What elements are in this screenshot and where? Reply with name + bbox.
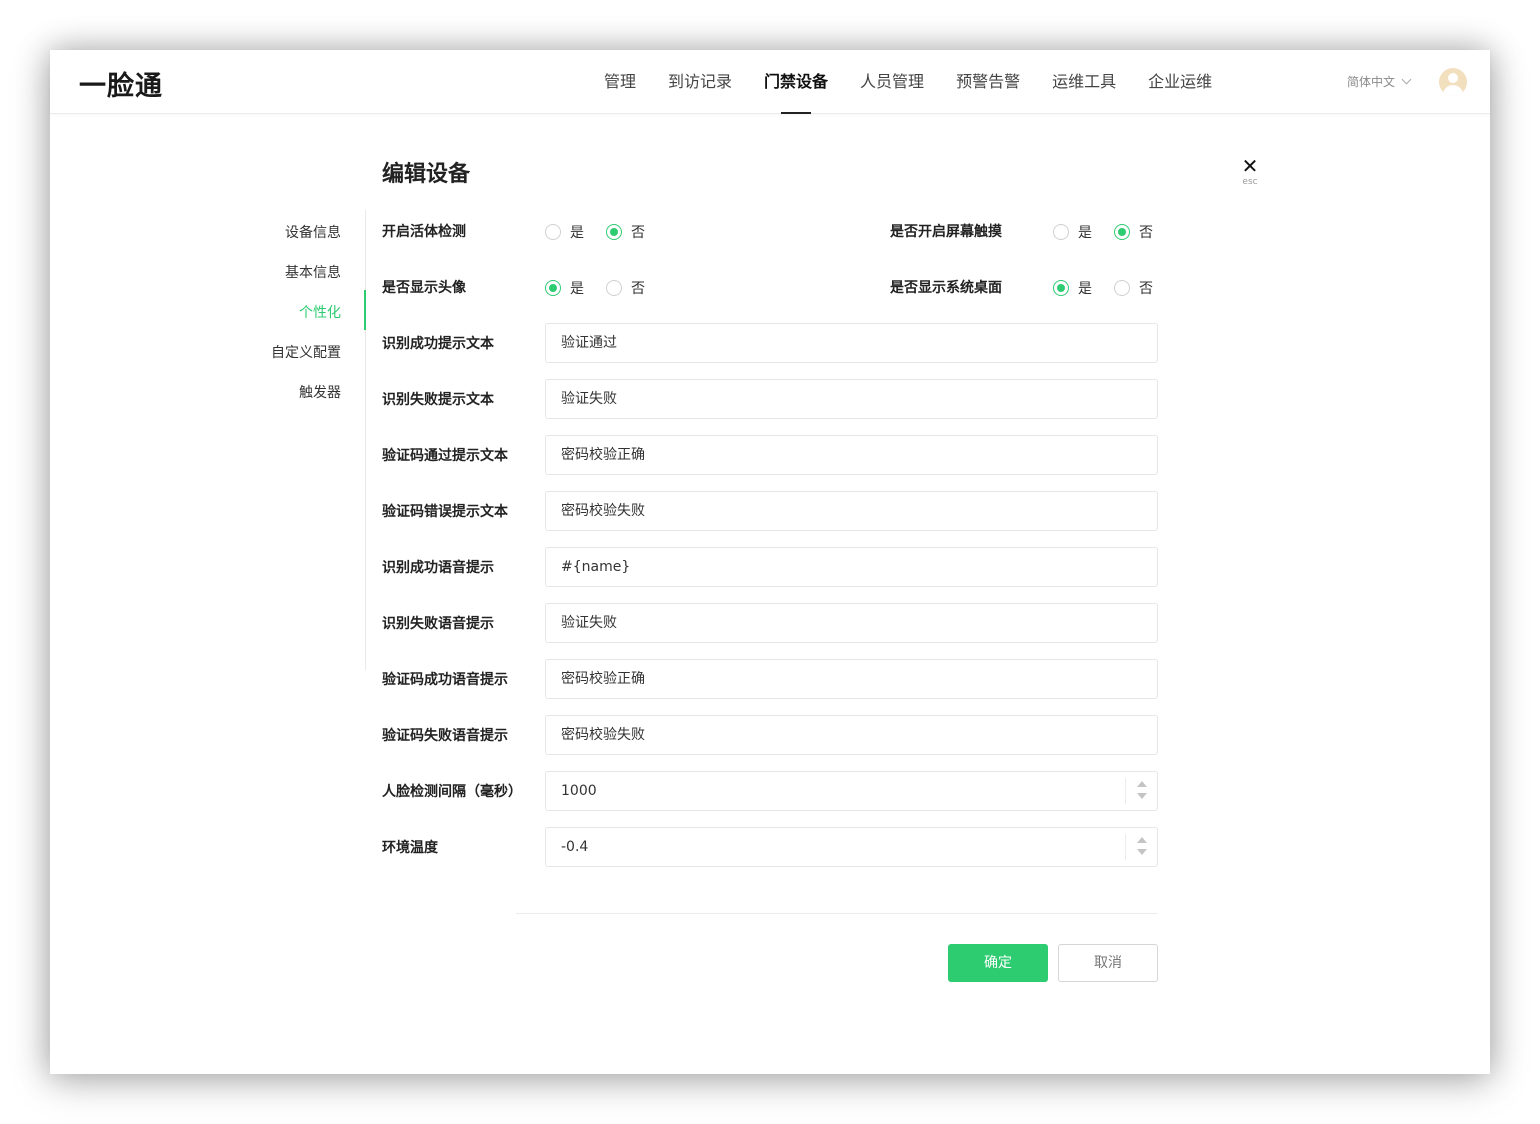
- radio-checked-icon: [545, 280, 561, 296]
- radio-group-avatar: 是 否: [545, 278, 667, 298]
- side-item-device-info[interactable]: 设备信息: [285, 222, 341, 242]
- code-success-voice-input[interactable]: 密码校验正确: [545, 659, 1158, 699]
- app-logo[interactable]: 一脸通: [79, 64, 163, 103]
- page-title: 编辑设备: [382, 162, 471, 187]
- nav-item-access-devices[interactable]: 门禁设备: [764, 50, 828, 114]
- radio-desktop-yes[interactable]: 是: [1053, 278, 1092, 298]
- radio-desktop-no[interactable]: 否: [1114, 278, 1153, 298]
- radio-group-touch: 是 否: [1053, 222, 1175, 242]
- field-label-code-fail-voice: 验证码失败语音提示: [382, 728, 508, 744]
- radio-label: 是: [570, 225, 584, 241]
- radio-avatar-no[interactable]: 否: [606, 278, 645, 298]
- field-label-code-success-voice: 验证码成功语音提示: [382, 672, 508, 688]
- field-label-fail-text: 识别失败提示文本: [382, 392, 494, 408]
- number-stepper[interactable]: [1125, 834, 1157, 860]
- stepper-up-icon[interactable]: [1137, 837, 1147, 843]
- radio-checked-icon: [1053, 280, 1069, 296]
- radio-circle-icon: [606, 280, 622, 296]
- side-item-personalization[interactable]: 个性化: [299, 302, 341, 322]
- field-label-success-text: 识别成功提示文本: [382, 336, 494, 352]
- top-navbar: 一脸通 管理 到访记录 门禁设备 人员管理 预警告警 运维工具 企业运维 简体中…: [50, 50, 1490, 114]
- radio-checked-icon: [1114, 224, 1130, 240]
- code-fail-voice-input[interactable]: 密码校验失败: [545, 715, 1158, 755]
- radio-label: 否: [631, 281, 645, 297]
- nav-item-enterprise-ops[interactable]: 企业运维: [1148, 50, 1212, 114]
- main-nav: 管理 到访记录 门禁设备 人员管理 预警告警 运维工具 企业运维: [588, 50, 1228, 114]
- toggle-label-avatar: 是否显示头像: [382, 280, 466, 296]
- chevron-down-icon: [1401, 74, 1412, 85]
- radio-checked-icon: [606, 224, 622, 240]
- avatar-head: [1448, 73, 1458, 83]
- side-item-triggers[interactable]: 触发器: [299, 382, 341, 402]
- code-error-text-input[interactable]: 密码校验失败: [545, 491, 1158, 531]
- field-label-code-error-text: 验证码错误提示文本: [382, 504, 508, 520]
- field-label-temperature: 环境温度: [382, 840, 438, 856]
- radio-label: 否: [1139, 225, 1153, 241]
- success-voice-input[interactable]: #{name}: [545, 547, 1158, 587]
- radio-touch-no[interactable]: 否: [1114, 222, 1153, 242]
- close-button[interactable]: ✕ esc: [1238, 156, 1262, 188]
- app-window: 一脸通 管理 到访记录 门禁设备 人员管理 预警告警 运维工具 企业运维 简体中…: [50, 50, 1490, 1074]
- detect-interval-input[interactable]: 1000: [545, 771, 1158, 811]
- close-icon: ✕: [1241, 154, 1259, 178]
- radio-label: 否: [631, 225, 645, 241]
- cancel-button[interactable]: 取消: [1058, 944, 1158, 982]
- radio-avatar-yes[interactable]: 是: [545, 278, 584, 298]
- field-label-code-pass-text: 验证码通过提示文本: [382, 448, 508, 464]
- number-stepper[interactable]: [1125, 778, 1157, 804]
- esc-hint: esc: [1242, 177, 1258, 187]
- form-divider: [516, 913, 1158, 914]
- temperature-input[interactable]: -0.4: [545, 827, 1158, 867]
- radio-circle-icon: [545, 224, 561, 240]
- fail-voice-input[interactable]: 验证失败: [545, 603, 1158, 643]
- avatar-body: [1443, 85, 1463, 96]
- toggle-label-liveness: 开启活体检测: [382, 224, 466, 240]
- radio-label: 是: [1078, 225, 1092, 241]
- field-label-fail-voice: 识别失败语音提示: [382, 616, 494, 632]
- toggle-label-desktop: 是否显示系统桌面: [890, 280, 1002, 296]
- language-selector[interactable]: 简体中文: [1347, 73, 1412, 90]
- user-avatar[interactable]: [1439, 68, 1467, 96]
- nav-item-manage[interactable]: 管理: [604, 50, 636, 114]
- radio-liveness-yes[interactable]: 是: [545, 222, 584, 242]
- code-pass-text-input[interactable]: 密码校验正确: [545, 435, 1158, 475]
- nav-item-visit-records[interactable]: 到访记录: [668, 50, 732, 114]
- stepper-down-icon[interactable]: [1137, 849, 1147, 855]
- radio-label: 是: [1078, 281, 1092, 297]
- field-label-success-voice: 识别成功语音提示: [382, 560, 494, 576]
- radio-group-desktop: 是 否: [1053, 278, 1175, 298]
- detect-interval-value: 1000: [561, 783, 597, 799]
- side-menu: 设备信息 基本信息 个性化 自定义配置 触发器: [250, 210, 366, 670]
- radio-label: 是: [570, 281, 584, 297]
- side-active-indicator: [364, 290, 366, 330]
- confirm-button[interactable]: 确定: [948, 944, 1048, 982]
- success-text-input[interactable]: 验证通过: [545, 323, 1158, 363]
- side-item-basic-info[interactable]: 基本信息: [285, 262, 341, 282]
- stepper-down-icon[interactable]: [1137, 793, 1147, 799]
- radio-circle-icon: [1114, 280, 1130, 296]
- side-item-custom-config[interactable]: 自定义配置: [271, 342, 341, 362]
- radio-liveness-no[interactable]: 否: [606, 222, 645, 242]
- temperature-value: -0.4: [561, 839, 589, 855]
- language-label: 简体中文: [1347, 75, 1396, 89]
- nav-item-alerts[interactable]: 预警告警: [956, 50, 1020, 114]
- radio-touch-yes[interactable]: 是: [1053, 222, 1092, 242]
- stepper-up-icon[interactable]: [1137, 781, 1147, 787]
- nav-item-ops-tools[interactable]: 运维工具: [1052, 50, 1116, 114]
- radio-label: 否: [1139, 281, 1153, 297]
- nav-item-personnel[interactable]: 人员管理: [860, 50, 924, 114]
- toggle-label-touch: 是否开启屏幕触摸: [890, 224, 1002, 240]
- fail-text-input[interactable]: 验证失败: [545, 379, 1158, 419]
- radio-group-liveness: 是 否: [545, 222, 667, 242]
- field-label-detect-interval: 人脸检测间隔（毫秒）: [382, 784, 522, 800]
- radio-circle-icon: [1053, 224, 1069, 240]
